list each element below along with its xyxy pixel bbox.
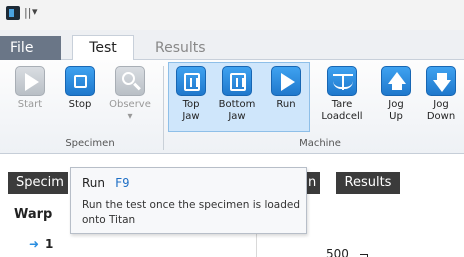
- play-icon: [271, 66, 301, 96]
- y-axis-tick-label: 500: [326, 247, 349, 257]
- bottom-jaw-button[interactable]: Bottom Jaw: [214, 66, 260, 123]
- observe-label: Observe: [109, 99, 151, 110]
- app-logo-icon: [6, 6, 20, 20]
- tooltip-shortcut: F9: [115, 176, 130, 190]
- stop-button[interactable]: Stop: [60, 66, 100, 111]
- ribbon-tabs: File Test Results: [0, 30, 464, 61]
- warp-heading: Warp: [14, 207, 53, 222]
- tooltip-description: Run the test once the specimen is loaded…: [82, 199, 301, 226]
- bottom-jaw-label-1: Bottom: [218, 99, 256, 110]
- tab-test[interactable]: Test: [72, 35, 134, 61]
- toolbar-separator-icon: ||: [24, 6, 32, 19]
- tab-specimen[interactable]: Specim: [8, 172, 68, 194]
- jog-up-label-2: Up: [389, 111, 403, 122]
- top-jaw-button[interactable]: Top Jaw: [172, 66, 210, 123]
- run-tooltip: Run F9 Run the test once the specimen is…: [70, 167, 307, 234]
- machine-group-label: Machine: [299, 138, 341, 149]
- start-button[interactable]: Start: [10, 66, 50, 111]
- top-jaw-label-1: Top: [182, 99, 200, 110]
- jog-up-label-1: Jog: [388, 99, 404, 110]
- tab-results-panel[interactable]: Results: [336, 172, 400, 194]
- jog-down-label-1: Jog: [433, 99, 449, 110]
- arrow-up-icon: [381, 66, 411, 96]
- scale-icon: [327, 66, 357, 96]
- magnifier-icon: [115, 66, 145, 96]
- tab-results[interactable]: Results: [155, 36, 206, 58]
- tooltip-title: Run: [82, 176, 106, 190]
- stop-icon: [65, 66, 95, 96]
- jog-down-button[interactable]: Jog Down: [422, 66, 460, 123]
- start-label: Start: [17, 99, 43, 110]
- top-jaw-label-2: Jaw: [182, 111, 200, 122]
- top-jaw-icon: [176, 66, 206, 96]
- tare-label-1: Tare: [331, 99, 353, 110]
- ribbon: Start Stop Observe ▾ Top Jaw Bottom Jaw …: [0, 60, 464, 154]
- specimen-group-label: Specimen: [65, 138, 115, 149]
- bottom-jaw-icon: [222, 66, 252, 96]
- quick-access-toolbar: || ▾: [0, 0, 464, 30]
- run-label: Run: [276, 99, 296, 110]
- observe-dropdown-icon: ▾: [127, 111, 133, 122]
- current-row-arrow-icon: ➜: [29, 237, 40, 251]
- observe-button[interactable]: Observe ▾: [104, 66, 156, 123]
- start-icon: [15, 66, 45, 96]
- tare-loadcell-button[interactable]: Tare Loadcell: [318, 66, 366, 123]
- stop-label: Stop: [68, 99, 92, 110]
- group-divider: [163, 66, 164, 150]
- tab-file[interactable]: File: [0, 36, 61, 60]
- specimen-row-number[interactable]: 1: [45, 237, 53, 251]
- arrow-down-icon: [426, 66, 456, 96]
- jog-up-button[interactable]: Jog Up: [378, 66, 414, 123]
- y-axis-tick: [360, 254, 367, 255]
- tare-label-2: Loadcell: [321, 111, 363, 122]
- run-button[interactable]: Run: [268, 66, 304, 111]
- customize-toolbar-icon[interactable]: ▾: [32, 5, 38, 18]
- bottom-jaw-label-2: Jaw: [228, 111, 246, 122]
- jog-down-label-2: Down: [426, 111, 456, 122]
